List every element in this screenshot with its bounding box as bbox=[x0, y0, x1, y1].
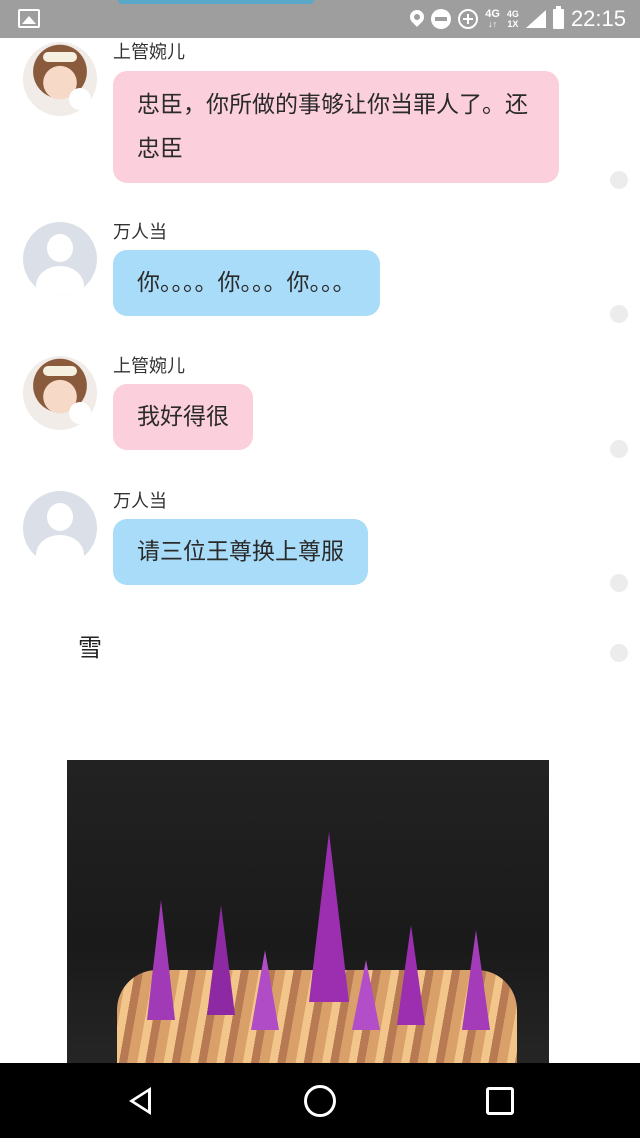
do-not-disturb-icon bbox=[431, 9, 452, 29]
network-type: 4G ↓↑ bbox=[485, 8, 500, 30]
sender-name: 上管婉儿 bbox=[113, 42, 185, 63]
navigation-bar bbox=[0, 1063, 640, 1138]
status-icons: 4G ↓↑ 4G 1X 22:15 bbox=[407, 0, 626, 38]
message-bubble[interactable]: 请三位王尊换上尊服 bbox=[113, 519, 368, 585]
avatar[interactable] bbox=[23, 42, 97, 116]
crown-crystal bbox=[352, 960, 380, 1030]
status-bar: 4G ↓↑ 4G 1X 22:15 bbox=[0, 0, 640, 38]
select-dot[interactable] bbox=[610, 440, 628, 458]
select-dot[interactable] bbox=[610, 171, 628, 189]
recent-apps-icon[interactable] bbox=[486, 1087, 514, 1115]
battery-icon bbox=[552, 6, 564, 29]
location-icon bbox=[407, 7, 428, 27]
plain-text-message: 雪 bbox=[78, 634, 102, 662]
network-type-secondary: 4G 1X bbox=[507, 9, 519, 29]
network-label-small: 4G bbox=[506, 9, 519, 19]
avatar[interactable] bbox=[23, 356, 97, 430]
notification-peek bbox=[118, 0, 314, 4]
home-icon[interactable] bbox=[304, 1085, 336, 1117]
signal-icon bbox=[525, 10, 546, 28]
crown-photo[interactable] bbox=[67, 760, 549, 1063]
crown-crystal bbox=[462, 930, 490, 1030]
crown-crystal bbox=[397, 925, 425, 1025]
message-bubble[interactable]: 忠臣，你所做的事够让你当罪人了。还忠臣 bbox=[113, 71, 559, 183]
back-icon[interactable] bbox=[124, 1085, 156, 1117]
chat-area[interactable]: 上管婉儿 忠臣，你所做的事够让你当罪人了。还忠臣 万人当 你。。。。你。。。你。… bbox=[0, 38, 640, 1063]
gallery-icon bbox=[18, 9, 40, 28]
select-dot[interactable] bbox=[610, 305, 628, 323]
avatar[interactable] bbox=[23, 222, 97, 296]
crown-crystal bbox=[147, 900, 175, 1020]
sender-name: 上管婉儿 bbox=[113, 356, 185, 377]
sender-name: 万人当 bbox=[113, 222, 167, 243]
message-bubble[interactable]: 我好得很 bbox=[113, 384, 253, 450]
crown-crystal bbox=[309, 832, 349, 1002]
select-dot[interactable] bbox=[610, 574, 628, 592]
status-time: 22:15 bbox=[570, 6, 626, 31]
network-label-sub: 1X bbox=[507, 19, 519, 29]
crown-crystal bbox=[251, 950, 279, 1030]
select-dot[interactable] bbox=[610, 644, 628, 662]
crown-crystal bbox=[207, 905, 235, 1015]
message-bubble[interactable]: 你。。。。你。。。你。。。 bbox=[113, 250, 380, 316]
sender-name: 万人当 bbox=[113, 491, 167, 512]
data-saver-icon bbox=[458, 9, 479, 29]
avatar[interactable] bbox=[23, 491, 97, 565]
